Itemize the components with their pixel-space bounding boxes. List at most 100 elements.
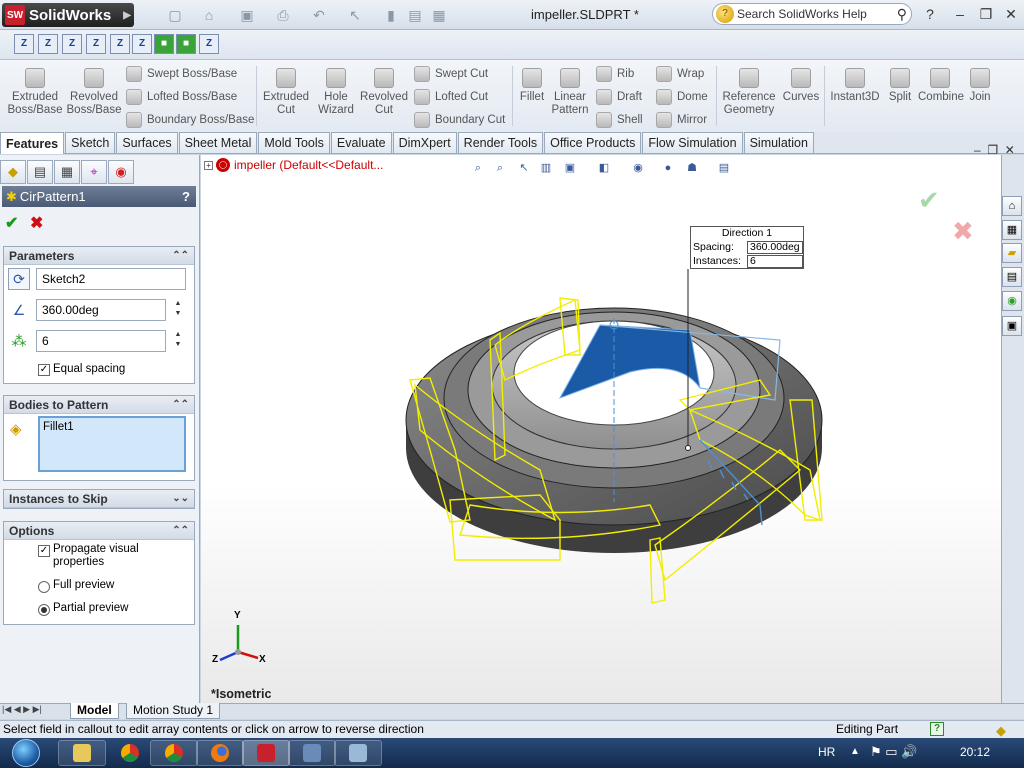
curves-button[interactable]: Curves <box>782 68 820 104</box>
taskbar-app[interactable] <box>288 740 336 766</box>
rib-button[interactable]: Rib <box>596 66 634 82</box>
custom-properties-icon[interactable]: ▣ <box>1002 316 1022 336</box>
tab-render-tools[interactable]: Render Tools <box>457 132 544 153</box>
cancel-x-icon[interactable]: ✖ <box>30 213 43 233</box>
magnifier-icon[interactable]: ⚲ <box>897 6 907 23</box>
search-box[interactable]: ? Search SolidWorks Help ⚲ <box>712 3 912 25</box>
taskbar-window[interactable] <box>334 740 382 766</box>
instances-field[interactable]: 6 <box>36 330 166 352</box>
green-cube-icon[interactable]: ■ <box>154 34 174 54</box>
draft-button[interactable]: Draft <box>596 89 642 105</box>
sketch-tool-icon[interactable]: Z <box>86 34 106 54</box>
tab-flow-simulation[interactable]: Flow Simulation <box>642 132 743 153</box>
select-icon[interactable]: ↖ <box>346 6 364 24</box>
bodies-list[interactable]: Fillet1 <box>38 416 186 472</box>
direction-callout[interactable]: Direction 1 Spacing: 360.00deg Instances:… <box>690 226 804 269</box>
linear-pattern-button[interactable]: Linear Pattern <box>548 68 592 117</box>
split-button[interactable]: Split <box>884 68 916 104</box>
solidworks-menu-button[interactable]: SW SolidWorks ▶ <box>2 3 134 27</box>
taskbar-firefox[interactable] <box>196 740 244 766</box>
appearances-icon[interactable]: ◉ <box>1002 291 1022 311</box>
property-manager-tab-icon[interactable]: ▤ <box>27 160 53 184</box>
combine-button[interactable]: Combine <box>918 68 964 104</box>
skip-header[interactable]: Instances to Skip ⌄⌄ <box>4 490 194 508</box>
configuration-manager-tab-icon[interactable]: ▦ <box>54 160 80 184</box>
undo-icon[interactable]: ↶ <box>310 6 328 24</box>
dome-button[interactable]: Dome <box>656 89 708 105</box>
lofted-cut-button[interactable]: Lofted Cut <box>414 89 488 105</box>
help-icon[interactable]: ? <box>920 5 940 23</box>
feature-manager-tab-icon[interactable]: ◆ <box>0 160 26 184</box>
instances-spinner[interactable]: ▲ ▼ <box>172 330 184 352</box>
save-icon[interactable]: ▣ <box>238 6 256 24</box>
view-palette-icon[interactable]: ▤ <box>1002 267 1022 287</box>
sketch-tool-icon[interactable]: Z <box>38 34 58 54</box>
impeller-model-view[interactable] <box>201 155 1001 703</box>
rebuild-icon[interactable]: ▮ <box>382 6 400 24</box>
revolved-cut-button[interactable]: Revolved Cut <box>360 68 408 117</box>
bodies-header[interactable]: Bodies to Pattern ⌃⌃ <box>4 396 194 414</box>
instant3d-button[interactable]: Instant3D <box>828 68 882 104</box>
collapse-chevron-icon[interactable]: ⌃⌃ <box>172 250 189 261</box>
sketch-tool-icon[interactable]: Z <box>199 34 219 54</box>
lofted-boss-button[interactable]: Lofted Boss/Base <box>126 89 237 105</box>
bodies-list-item[interactable]: Fillet1 <box>43 421 74 433</box>
full-preview-radio[interactable] <box>38 581 50 593</box>
parameters-header[interactable]: Parameters ⌃⌃ <box>4 247 194 265</box>
tab-sketch[interactable]: Sketch <box>65 132 116 153</box>
new-document-icon[interactable]: ▢ <box>166 6 184 24</box>
tab-surfaces[interactable]: Surfaces <box>116 132 178 153</box>
partial-preview-radio[interactable] <box>38 604 50 616</box>
tab-scroll-arrows[interactable]: |◀ ◀ ▶ ▶| <box>2 704 42 715</box>
tab-dimxpert[interactable]: DimXpert <box>392 132 457 153</box>
status-help-icon[interactable]: ? <box>930 722 944 736</box>
pattern-axis-icon[interactable]: ⟳ <box>8 268 30 290</box>
boundary-cut-button[interactable]: Boundary Cut <box>414 112 505 128</box>
taskbar-chrome-2[interactable] <box>150 740 198 766</box>
hole-wizard-button[interactable]: Hole Wizard <box>314 68 358 117</box>
sketch-tool-icon[interactable]: Z <box>132 34 152 54</box>
taskbar-explorer[interactable] <box>58 740 106 766</box>
restore-button[interactable]: ❐ <box>976 5 996 23</box>
callout-instances-field[interactable]: 6 <box>747 254 803 268</box>
pattern-axis-field[interactable]: Sketch2 <box>36 268 186 290</box>
tray-icons[interactable]: ⚑ ▭ 🔊 <box>870 744 917 760</box>
taskbar-chrome[interactable] <box>106 740 154 766</box>
options-icon[interactable]: ▦ <box>430 6 448 24</box>
tab-model[interactable]: Model <box>70 703 119 719</box>
start-button[interactable] <box>6 738 46 768</box>
collapse-chevron-icon[interactable]: ⌃⌃ <box>172 399 189 410</box>
dimxpert-manager-tab-icon[interactable]: ⌖ <box>81 160 107 184</box>
help-button[interactable]: ? <box>182 189 190 204</box>
print-icon[interactable]: ⎙ <box>274 6 292 24</box>
tag-icon[interactable]: ◆ <box>996 722 1006 739</box>
tab-motion-study[interactable]: Motion Study 1 <box>126 703 221 719</box>
propagate-checkbox[interactable]: ✓ <box>38 545 50 557</box>
tab-simulation[interactable]: Simulation <box>743 132 814 153</box>
taskbar-solidworks[interactable] <box>242 740 290 766</box>
file-properties-icon[interactable]: ▤ <box>406 6 424 24</box>
boundary-boss-button[interactable]: Boundary Boss/Base <box>126 112 254 128</box>
clock[interactable]: 20:12 <box>960 745 990 759</box>
file-explorer-icon[interactable]: ▰ <box>1002 243 1022 263</box>
language-indicator[interactable]: HR <box>818 745 835 759</box>
sketch-tool-icon[interactable]: Z <box>14 34 34 54</box>
swept-cut-button[interactable]: Swept Cut <box>414 66 488 82</box>
show-hidden-icons[interactable]: ▲ <box>850 746 860 757</box>
display-manager-tab-icon[interactable]: ◉ <box>108 160 134 184</box>
ok-check-icon[interactable]: ✔ <box>5 213 18 233</box>
design-library-icon[interactable]: ▦ <box>1002 220 1022 240</box>
revolved-boss-button[interactable]: Revolved Boss/Base <box>66 68 122 117</box>
tab-evaluate[interactable]: Evaluate <box>330 132 392 153</box>
collapse-chevron-icon[interactable]: ⌃⌃ <box>172 525 189 536</box>
join-button[interactable]: Join <box>964 68 996 104</box>
tab-mold-tools[interactable]: Mold Tools <box>258 132 330 153</box>
reference-geometry-button[interactable]: Reference Geometry <box>720 68 778 117</box>
fillet-button[interactable]: Fillet <box>516 68 548 104</box>
expand-chevron-icon[interactable]: ⌄⌄ <box>172 493 189 504</box>
extruded-boss-button[interactable]: Extruded Boss/Base <box>6 68 64 117</box>
open-document-icon[interactable]: ⌂ <box>200 6 218 24</box>
home-icon[interactable]: ⌂ <box>1002 196 1022 216</box>
angle-field[interactable]: 360.00deg <box>36 299 166 321</box>
swept-boss-button[interactable]: Swept Boss/Base <box>126 66 237 82</box>
